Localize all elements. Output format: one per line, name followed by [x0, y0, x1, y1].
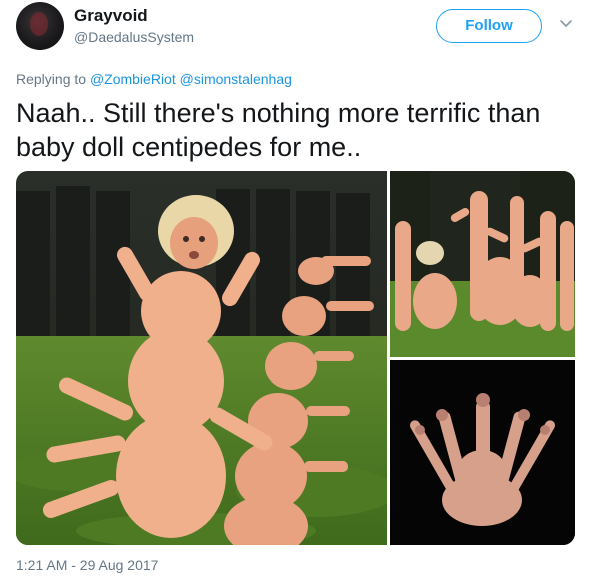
- media-grid: [16, 171, 575, 545]
- photo-2[interactable]: [390, 171, 575, 357]
- photo-2-illustration: [390, 171, 575, 357]
- follow-button[interactable]: Follow: [436, 9, 542, 43]
- replying-to-line: Replying to @ZombieRiot @simonstalenhag: [16, 71, 292, 87]
- photo-3-illustration: [390, 360, 575, 545]
- chevron-down-icon[interactable]: [557, 14, 575, 32]
- photo-3[interactable]: [390, 360, 575, 545]
- mention-link-simonstalenhag[interactable]: @simonstalenhag: [180, 71, 292, 87]
- photo-1[interactable]: [16, 171, 387, 545]
- display-name[interactable]: Grayvoid: [74, 6, 148, 26]
- avatar-image: [30, 12, 48, 36]
- tweet-text: Naah.. Still there's nothing more terrif…: [16, 98, 541, 162]
- photo-1-illustration: [16, 171, 387, 545]
- mention-link-zombieriot[interactable]: @ZombieRiot: [90, 71, 176, 87]
- replying-to-label: Replying to: [16, 71, 87, 87]
- screen-name[interactable]: @DaedalusSystem: [74, 29, 194, 45]
- avatar[interactable]: [16, 2, 64, 50]
- tweet-timestamp[interactable]: 1:21 AM - 29 Aug 2017: [16, 557, 158, 573]
